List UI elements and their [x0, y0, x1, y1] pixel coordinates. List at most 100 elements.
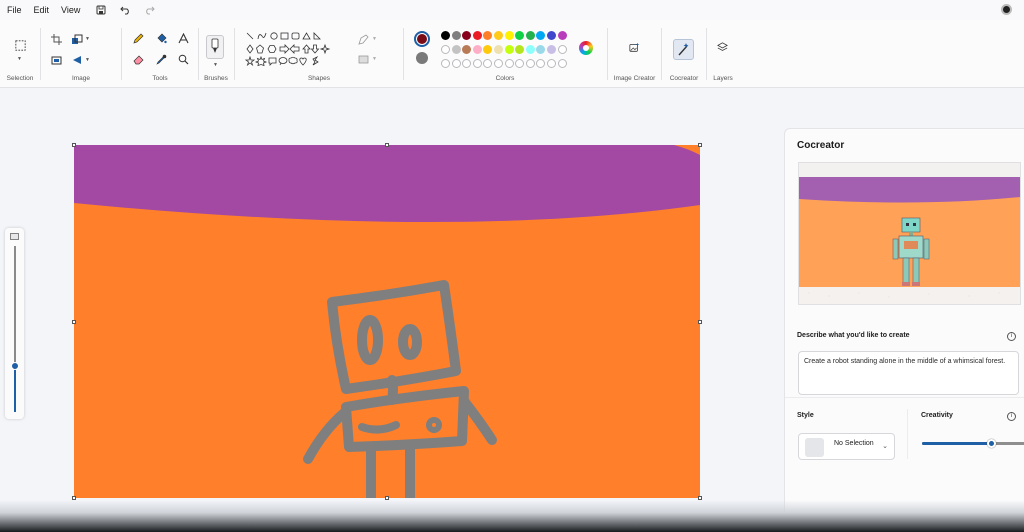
menu-file[interactable]: File [0, 0, 28, 20]
group-label-layers: Layers [713, 75, 733, 82]
drawing-canvas[interactable] [74, 145, 700, 498]
account-avatar[interactable] [1001, 4, 1012, 15]
robot-right-eye [398, 324, 422, 360]
menu-view[interactable]: View [55, 0, 86, 20]
zoom-fill [14, 367, 16, 412]
palette-color-swatch[interactable] [441, 31, 450, 40]
palette-color-swatch[interactable] [525, 45, 535, 54]
palette-color-swatch[interactable] [451, 45, 461, 54]
brush-button[interactable] [206, 35, 224, 59]
info-icon[interactable]: i [1007, 412, 1016, 421]
palette-color-swatch[interactable] [525, 31, 535, 40]
zoom-slider[interactable] [5, 228, 24, 419]
cocreator-group: Cocreator [662, 20, 706, 88]
style-dropdown-value: No Selection [834, 440, 874, 447]
menu-edit[interactable]: Edit [28, 0, 56, 20]
text-icon[interactable] [177, 32, 189, 44]
palette-color-swatch[interactable] [557, 31, 567, 40]
creativity-label: Creativity [921, 412, 953, 419]
custom-color-slot[interactable] [462, 59, 472, 68]
shapes-gallery-icon[interactable] [244, 31, 345, 71]
palette-color-swatch[interactable] [462, 45, 472, 54]
palette-color-swatch[interactable] [515, 45, 525, 54]
cocreator-button[interactable] [673, 39, 694, 60]
palette-color-swatch[interactable] [462, 31, 472, 40]
edit-colors-icon[interactable] [579, 41, 593, 55]
secondary-color-swatch[interactable] [416, 52, 428, 64]
resize-handle-top-right[interactable] [698, 143, 702, 147]
creativity-slider[interactable] [922, 439, 1024, 448]
shape-outline-icon[interactable] [357, 33, 369, 45]
custom-color-slot[interactable] [451, 59, 461, 68]
fill-bucket-icon[interactable] [155, 32, 167, 44]
custom-color-slot[interactable] [472, 59, 482, 68]
generated-image-preview[interactable] [798, 162, 1021, 305]
palette-color-swatch[interactable] [547, 31, 556, 40]
chevron-down-icon[interactable]: ▼ [213, 62, 218, 68]
undo-icon[interactable] [116, 1, 134, 19]
chevron-down-icon[interactable]: ▼ [372, 56, 377, 62]
palette-color-swatch[interactable] [494, 31, 503, 40]
color-picker-icon[interactable] [155, 53, 167, 65]
pencil-icon[interactable] [132, 32, 144, 44]
resize-handle-top[interactable] [385, 143, 389, 147]
palette-color-swatch[interactable] [547, 45, 556, 54]
creativity-fill [922, 442, 991, 445]
creativity-thumb[interactable] [987, 439, 996, 448]
style-thumbnail-icon [805, 438, 824, 457]
palette-color-swatch[interactable] [472, 45, 482, 54]
custom-color-slot[interactable] [557, 59, 567, 68]
redo-icon[interactable] [140, 1, 158, 19]
chevron-down-icon[interactable]: ▼ [17, 56, 22, 62]
palette-color-swatch[interactable] [441, 45, 450, 54]
select-rectangle-icon[interactable] [13, 38, 27, 52]
palette-color-swatch[interactable] [483, 45, 493, 54]
custom-color-slot[interactable] [483, 59, 493, 68]
custom-color-slot[interactable] [515, 59, 525, 68]
custom-color-slot[interactable] [494, 59, 503, 68]
crop-icon[interactable] [50, 33, 62, 45]
custom-color-slot[interactable] [525, 59, 535, 68]
custom-color-slot[interactable] [504, 59, 514, 68]
selection-group: ▼ Selection [0, 20, 40, 88]
custom-color-slot[interactable] [536, 59, 546, 68]
resize-handle-left[interactable] [72, 320, 76, 324]
palette-color-swatch[interactable] [494, 45, 503, 54]
magnifier-icon[interactable] [177, 53, 189, 65]
chevron-down-icon[interactable]: ▼ [372, 36, 377, 42]
palette-color-swatch[interactable] [483, 31, 493, 40]
save-icon[interactable] [92, 1, 110, 19]
chevron-down-icon[interactable]: ▼ [85, 36, 90, 42]
palette-color-swatch[interactable] [472, 31, 482, 40]
palette-color-swatch[interactable] [451, 31, 461, 40]
panel-title: Cocreator [797, 140, 845, 151]
eraser-icon[interactable] [132, 53, 144, 65]
prompt-textarea[interactable]: Create a robot standing alone in the mid… [798, 351, 1019, 395]
image-creator-icon[interactable] [628, 41, 641, 54]
palette-color-swatch[interactable] [515, 31, 525, 40]
custom-color-slot[interactable] [547, 59, 556, 68]
zoom-thumb[interactable] [11, 362, 19, 370]
style-dropdown[interactable]: No Selection ⌄ [798, 433, 895, 460]
info-icon[interactable]: i [1007, 332, 1016, 341]
palette-color-swatch[interactable] [504, 45, 514, 54]
palette-color-swatch[interactable] [504, 31, 514, 40]
resize-icon[interactable] [71, 33, 83, 45]
custom-color-slot[interactable] [441, 59, 450, 68]
select-all-icon[interactable] [50, 54, 62, 66]
resize-handle-top-left[interactable] [72, 143, 76, 147]
resize-handle-right[interactable] [698, 320, 702, 324]
palette-color-swatch[interactable] [536, 31, 546, 40]
primary-color-selector[interactable] [414, 31, 430, 47]
rotate-icon[interactable] [71, 54, 83, 66]
taskbar-shadow [0, 500, 1024, 532]
group-label-brushes: Brushes [204, 75, 228, 82]
colors-group: Colors [404, 20, 606, 88]
chevron-down-icon: ⌄ [882, 443, 888, 450]
chevron-down-icon[interactable]: ▼ [85, 57, 90, 63]
tools-group: Tools [122, 20, 198, 88]
shape-fill-icon[interactable] [357, 53, 369, 65]
palette-color-swatch[interactable] [536, 45, 546, 54]
layers-icon[interactable] [716, 41, 729, 54]
palette-color-swatch[interactable] [557, 45, 567, 54]
